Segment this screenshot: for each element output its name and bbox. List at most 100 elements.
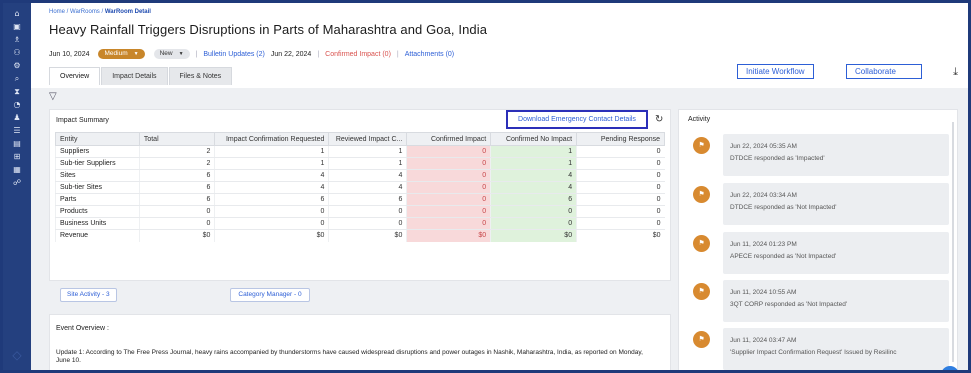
table-cell: 6: [214, 193, 329, 206]
table-row: Products 0 0 0 0 0 0: [55, 205, 665, 218]
table-cell: 0: [576, 217, 665, 230]
column-header-entity[interactable]: Entity: [55, 132, 140, 146]
page-title: Heavy Rainfall Triggers Disruptions in P…: [49, 22, 488, 37]
event-meta: Jun 10, 2024 Medium ▼ New ▼ | Bulletin Upd…: [49, 48, 454, 60]
table-header-row: Entity Total Impact Confirmation Request…: [55, 132, 665, 146]
table-cell-entity: Revenue: [55, 229, 140, 242]
tab-files-notes[interactable]: Files & Notes: [168, 67, 233, 85]
impact-summary-table: Entity Total Impact Confirmation Request…: [55, 132, 665, 242]
grid-icon[interactable]: ▦: [3, 163, 31, 176]
table-row: Parts 6 6 6 0 6 0: [55, 193, 665, 206]
table-cell: 1: [328, 157, 407, 170]
column-header-confirmed-no-impact[interactable]: Confirmed No Impact: [490, 132, 578, 146]
activity-text: 'Supplier Impact Confirmation Request' I…: [730, 349, 897, 356]
category-manager-button[interactable]: Category Manager - 0: [230, 288, 310, 302]
breadcrumb-warrooms[interactable]: WarRooms: [70, 9, 100, 15]
person-icon[interactable]: ♟: [3, 111, 31, 124]
impact-summary-panel: Impact Summary Download Emergency Contac…: [49, 109, 671, 302]
column-header-pending[interactable]: Pending Response: [576, 132, 665, 146]
activity-panel: Activity ⚑ Jun 22, 2024 05:35 AM DTDCE r…: [678, 109, 959, 370]
table-cell-entity: Sub-tier Sites: [55, 181, 140, 194]
network-icon[interactable]: ⊞: [3, 150, 31, 163]
table-cell: $0: [576, 229, 665, 242]
severity-label: Medium: [104, 50, 128, 57]
activity-time: Jun 22, 2024 03:34 AM: [730, 192, 797, 199]
activity-avatar-icon: ⚑: [693, 137, 710, 154]
table-cell: 0: [576, 181, 665, 194]
activity-text: 3QT CORP responded as 'Not Impacted': [730, 301, 848, 308]
home-icon[interactable]: ⌂: [3, 7, 31, 20]
collaborate-button[interactable]: Collaborate: [846, 64, 922, 79]
activity-item[interactable]: Jun 11, 2024 03:47 AM 'Supplier Impact C…: [723, 328, 949, 370]
table-cell: 1: [214, 157, 329, 170]
table-cell-confirmed-impact: 0: [406, 217, 491, 230]
confirmed-impact-link[interactable]: Confirmed Impact (0): [325, 51, 391, 58]
activity-avatar-icon: ⚑: [693, 186, 710, 203]
activity-time: Jun 11, 2024 03:47 AM: [730, 337, 797, 344]
table-cell: $0: [138, 229, 215, 242]
activity-item[interactable]: Jun 11, 2024 10:55 AM 3QT CORP responded…: [723, 280, 949, 322]
table-cell: 4: [214, 181, 329, 194]
table-cell-entity: Suppliers: [55, 145, 140, 158]
calendar-icon[interactable]: ▣: [3, 20, 31, 33]
table-row: Sub-tier Suppliers 2 1 1 0 1 0: [55, 157, 665, 170]
severity-dropdown[interactable]: Medium ▼: [98, 49, 145, 59]
tab-bar: Overview Impact Details Files & Notes: [49, 67, 233, 85]
search-icon[interactable]: ⌕: [3, 72, 31, 85]
people-icon[interactable]: ♗: [3, 33, 31, 46]
list-icon[interactable]: ☰: [3, 124, 31, 137]
download-emergency-contact-button[interactable]: Download Emergency Contact Details: [506, 110, 648, 129]
activity-avatar-icon: ⚑: [693, 331, 710, 348]
breadcrumb: Home / WarRooms / WarRoom Detail: [49, 9, 151, 15]
table-cell: 2: [138, 157, 215, 170]
table-cell-no-impact: 6: [490, 193, 577, 206]
column-header-reviewed[interactable]: Reviewed Impact C...: [328, 132, 408, 146]
column-header-total[interactable]: Total: [138, 132, 216, 146]
table-cell-confirmed-impact: 0: [406, 193, 491, 206]
column-header-confirmation-requested[interactable]: Impact Confirmation Requested: [214, 132, 330, 146]
table-cell: 0: [576, 157, 665, 170]
table-cell-no-impact: 4: [490, 169, 577, 182]
table-cell-confirmed-impact: 0: [406, 157, 491, 170]
refresh-icon[interactable]: ↻: [655, 114, 663, 125]
table-cell: 2: [138, 145, 215, 158]
column-header-confirmed-impact[interactable]: Confirmed Impact: [406, 132, 492, 146]
activity-item[interactable]: Jun 22, 2024 05:35 AM DTDCE responded as…: [723, 134, 949, 176]
filter-icon[interactable]: ▽: [49, 91, 57, 102]
gauge-icon[interactable]: ◔: [3, 98, 31, 111]
activity-item[interactable]: Jun 11, 2024 01:23 PM APECE responded as…: [723, 232, 949, 274]
globe-icon[interactable]: ⚙: [3, 59, 31, 72]
hourglass-icon[interactable]: ⧗: [3, 85, 31, 98]
table-cell-no-impact: $0: [490, 229, 577, 242]
event-overview-panel: Event Overview : Update 1: According to …: [49, 314, 671, 370]
divider: |: [396, 50, 399, 58]
breadcrumb-home[interactable]: Home: [49, 9, 65, 15]
group-icon[interactable]: ⚇: [3, 46, 31, 59]
download-icon[interactable]: ⤓: [953, 65, 958, 79]
impact-summary-title: Impact Summary: [56, 117, 109, 124]
table-cell: 0: [214, 217, 329, 230]
activity-item[interactable]: Jun 22, 2024 03:34 AM DTDCE responded as…: [723, 183, 949, 225]
table-cell-no-impact: 1: [490, 157, 577, 170]
table-cell: 4: [214, 169, 329, 182]
table-cell: 6: [138, 169, 215, 182]
main-content: Home / WarRooms / WarRoom Detail Heavy R…: [31, 3, 968, 370]
collapse-icon[interactable]: ◇: [3, 348, 31, 362]
activity-scrollbar[interactable]: [952, 122, 954, 362]
attachments-link[interactable]: Attachments (0): [405, 51, 454, 58]
initiate-workflow-button[interactable]: Initiate Workflow: [737, 64, 814, 79]
table-cell-confirmed-impact: 0: [406, 145, 491, 158]
handshake-icon[interactable]: ☍: [3, 176, 31, 189]
table-cell: 0: [576, 169, 665, 182]
activity-time: Jun 22, 2024 05:35 AM: [730, 143, 797, 150]
tab-overview[interactable]: Overview: [49, 67, 101, 85]
chevron-down-icon: ▼: [133, 51, 139, 57]
table-cell-entity: Parts: [55, 193, 140, 206]
document-icon[interactable]: ▤: [3, 137, 31, 150]
site-activity-button[interactable]: Site Activity - 3: [60, 288, 117, 302]
bulletin-updates-link[interactable]: Bulletin Updates (2): [203, 51, 264, 58]
tab-impact-details[interactable]: Impact Details: [101, 67, 168, 85]
activity-time: Jun 11, 2024 10:55 AM: [730, 289, 797, 296]
table-cell: $0: [328, 229, 407, 242]
status-dropdown[interactable]: New ▼: [153, 49, 190, 59]
